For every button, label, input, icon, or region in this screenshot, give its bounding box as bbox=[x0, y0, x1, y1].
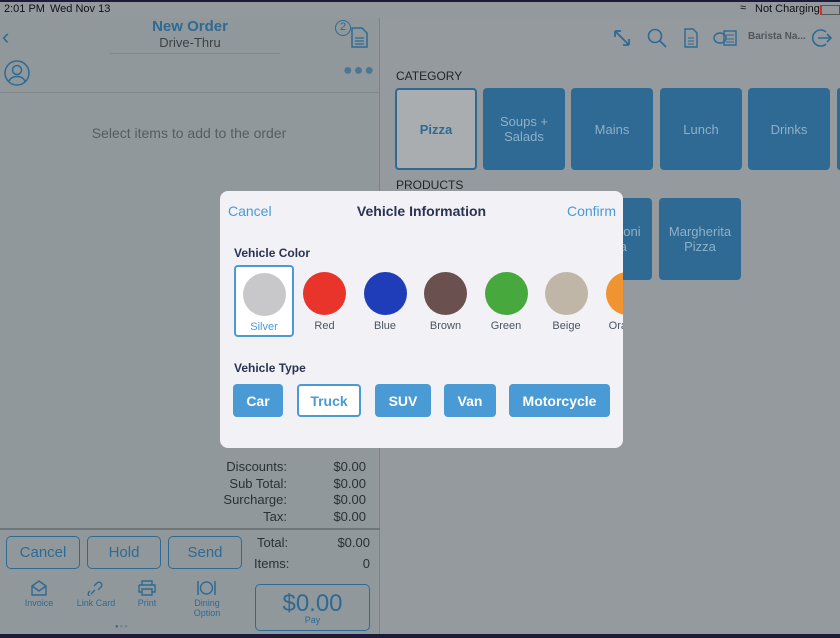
type-car-button[interactable]: Car bbox=[233, 384, 283, 417]
link-card-button[interactable]: Link Card bbox=[71, 580, 121, 608]
category-soups-salads[interactable]: Soups + Salads bbox=[483, 88, 565, 170]
empty-order-message: Select items to add to the order bbox=[91, 125, 287, 141]
dining-icon bbox=[197, 581, 216, 595]
vehicle-type-label: Vehicle Type bbox=[234, 361, 306, 375]
search-icon[interactable] bbox=[647, 28, 667, 48]
discounts-value: $0.00 bbox=[333, 459, 366, 474]
cancel-order-button[interactable]: Cancel bbox=[6, 536, 80, 569]
surcharge-label: Surcharge: bbox=[223, 492, 287, 507]
divider bbox=[110, 53, 280, 54]
color-label: Orange bbox=[608, 320, 623, 332]
document-icon[interactable] bbox=[683, 28, 699, 48]
divider bbox=[0, 528, 380, 530]
hold-button[interactable]: Hold bbox=[87, 536, 161, 569]
color-dot bbox=[545, 272, 588, 315]
link-card-label: Link Card bbox=[76, 598, 116, 608]
invoice-label: Invoice bbox=[24, 598, 54, 608]
tax-value: $0.00 bbox=[333, 509, 366, 524]
total-value: $0.00 bbox=[337, 535, 370, 550]
order-subtitle: Drive-Thru bbox=[159, 35, 221, 50]
vehicle-color-label: Vehicle Color bbox=[234, 246, 311, 260]
surcharge-value: $0.00 bbox=[333, 492, 366, 507]
order-list-icon[interactable] bbox=[349, 27, 371, 49]
color-dot bbox=[363, 272, 407, 315]
status-time: 2:01 PM bbox=[4, 3, 45, 15]
color-label: Green bbox=[490, 320, 522, 332]
modal-confirm-button[interactable]: Confirm bbox=[567, 203, 616, 219]
type-van-button[interactable]: Van bbox=[444, 384, 496, 417]
invoice-button[interactable]: Invoice bbox=[14, 580, 64, 608]
dining-option-button[interactable]: Dining Option bbox=[182, 580, 232, 618]
color-swatch-beige[interactable]: Beige bbox=[537, 266, 597, 338]
items-label: Items: bbox=[254, 556, 290, 571]
print-label: Print bbox=[137, 598, 157, 608]
pay-label: Pay bbox=[304, 615, 321, 625]
type-suv-button[interactable]: SUV bbox=[375, 384, 431, 417]
color-label: Brown bbox=[429, 320, 462, 332]
subtotal-label: Sub Total: bbox=[229, 476, 287, 491]
dining-option-label: Dining Option bbox=[193, 598, 221, 618]
page-indicator[interactable]: ●●● bbox=[115, 624, 129, 630]
wifi-icon: ≈ bbox=[740, 2, 747, 14]
color-label: Beige bbox=[552, 320, 581, 332]
items-value: 0 bbox=[362, 556, 370, 571]
pay-amount: $0.00 bbox=[282, 590, 343, 617]
category-lunch[interactable]: Lunch bbox=[660, 88, 742, 170]
color-label: Silver bbox=[250, 321, 278, 333]
envelope-icon bbox=[31, 580, 47, 596]
expand-icon[interactable] bbox=[612, 28, 632, 48]
divider bbox=[0, 92, 380, 93]
color-swatch-brown[interactable]: Brown bbox=[416, 266, 476, 338]
printer-icon bbox=[138, 580, 156, 596]
total-label: Total: bbox=[257, 535, 289, 550]
category-label: CATEGORY bbox=[396, 69, 463, 83]
order-title: New Order bbox=[152, 18, 228, 35]
color-swatch-green[interactable]: Green bbox=[476, 266, 536, 338]
battery-icon bbox=[820, 5, 840, 15]
modal-title: Vehicle Information bbox=[356, 203, 487, 219]
vehicle-information-dialog: Cancel Vehicle Information Confirm Vehic… bbox=[220, 191, 623, 448]
color-label: Blue bbox=[373, 320, 397, 332]
category-mains[interactable]: Mains bbox=[571, 88, 653, 170]
color-swatch-orange[interactable]: Orange bbox=[597, 266, 623, 338]
type-motorcycle-button[interactable]: Motorcycle bbox=[509, 384, 610, 417]
user-name[interactable]: Barista Na... bbox=[748, 31, 806, 42]
color-dot bbox=[605, 272, 623, 315]
category-drinks[interactable]: Drinks bbox=[748, 88, 830, 170]
subtotal-value: $0.00 bbox=[333, 476, 366, 491]
color-dot bbox=[424, 272, 467, 315]
tax-label: Tax: bbox=[263, 509, 287, 524]
messages-icon[interactable] bbox=[713, 29, 737, 47]
status-date: Wed Nov 13 bbox=[50, 3, 111, 15]
color-dot bbox=[484, 272, 528, 315]
category-pizza[interactable]: Pizza bbox=[395, 88, 477, 170]
print-button[interactable]: Print bbox=[122, 580, 172, 608]
color-swatch-blue[interactable]: Blue bbox=[355, 266, 415, 338]
discounts-label: Discounts: bbox=[226, 459, 287, 474]
bottom-border bbox=[0, 634, 840, 638]
logout-icon[interactable] bbox=[810, 27, 832, 49]
color-swatch-silver[interactable]: Silver bbox=[234, 265, 294, 337]
battery-status: Not Charging bbox=[755, 3, 820, 15]
product-margherita-pizza[interactable]: Margherita Pizza bbox=[659, 198, 741, 280]
customer-icon[interactable] bbox=[4, 60, 30, 86]
pay-button[interactable]: $0.00 Pay bbox=[255, 584, 370, 631]
type-truck-button[interactable]: Truck bbox=[297, 384, 361, 417]
send-button[interactable]: Send bbox=[168, 536, 242, 569]
link-icon bbox=[87, 581, 103, 596]
color-dot bbox=[242, 273, 286, 316]
products-label: PRODUCTS bbox=[396, 178, 464, 192]
color-dot bbox=[303, 272, 346, 315]
color-swatch-red[interactable]: Red bbox=[295, 266, 355, 338]
status-bar: 2:01 PM Wed Nov 13 ≈ Not Charging bbox=[0, 0, 840, 18]
color-label: Red bbox=[314, 320, 335, 332]
more-icon[interactable]: ●●● bbox=[343, 62, 375, 80]
